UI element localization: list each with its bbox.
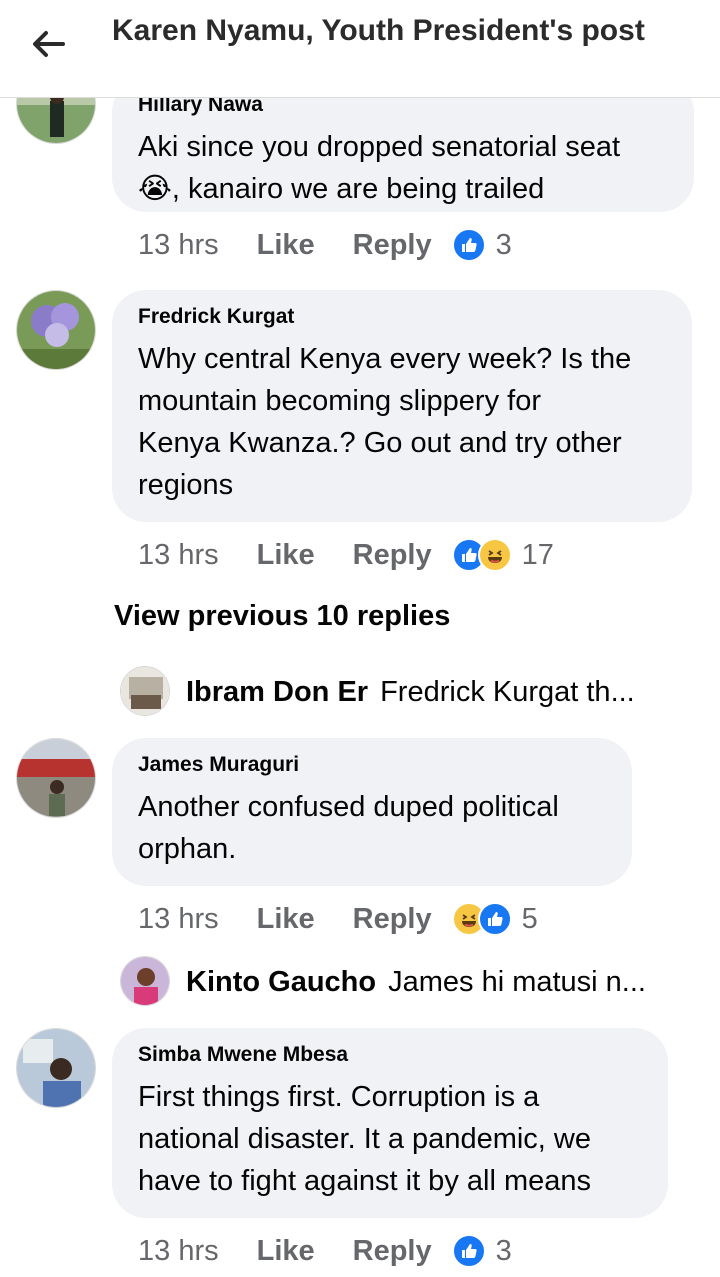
comment-line: Kenya Kwanza.? Go out and try other: [138, 427, 622, 459]
reply-snippet: James hi matusi n...: [388, 965, 646, 998]
comment-actions: 13 hrs Like Reply 3: [138, 225, 512, 265]
reply-author: Kinto Gaucho: [186, 965, 377, 998]
avatar: [120, 956, 170, 1006]
comment-text: Aki since you dropped senatorial seat 😭,…: [138, 126, 668, 210]
haha-reaction-icon: [477, 538, 512, 572]
reactions[interactable]: 17: [451, 538, 554, 572]
comment-bubble: Simba Mwene Mbesa First things first. Co…: [112, 1028, 668, 1218]
comment-line: , kanairo we are being trailed: [171, 173, 545, 205]
view-previous-replies-link[interactable]: View previous 10 replies: [114, 600, 450, 633]
avatar[interactable]: [16, 738, 96, 818]
like-reaction-icon: [477, 902, 512, 936]
reaction-count: 5: [521, 902, 538, 935]
reply-button[interactable]: Reply: [353, 1235, 432, 1268]
reaction-count: 3: [495, 228, 512, 261]
reply-button[interactable]: Reply: [353, 539, 432, 572]
reaction-count: 3: [495, 1234, 512, 1267]
back-button[interactable]: [26, 26, 70, 66]
timestamp: 13 hrs: [138, 902, 219, 935]
comment-text: Why central Kenya every week? Is the mou…: [138, 338, 666, 506]
reaction-count: 17: [521, 538, 554, 571]
timestamp: 13 hrs: [138, 228, 219, 261]
like-button[interactable]: Like: [257, 539, 315, 572]
comment-bubble: Fredrick Kurgat Why central Kenya every …: [112, 290, 692, 522]
like-reaction-icon: [451, 228, 486, 262]
comment-actions: 13 hrs Like Reply 3: [138, 1231, 512, 1271]
reactions[interactable]: 5: [451, 902, 538, 936]
commenter-name[interactable]: James Muraguri: [138, 752, 606, 778]
comment-line: Another confused duped political: [138, 791, 559, 823]
comment-line: mountain becoming slippery for: [138, 385, 541, 417]
comment-bubble: Hillary Nawa Aki since you dropped senat…: [112, 78, 694, 212]
timestamp: 13 hrs: [138, 538, 219, 571]
timestamp: 13 hrs: [138, 1234, 219, 1267]
reply-preview[interactable]: Ibram Don Er Fredrick Kurgat th...: [120, 666, 635, 718]
reply-author: Ibram Don Er: [186, 675, 369, 708]
comment-actions: 13 hrs Like Reply 17: [138, 535, 554, 575]
avatar: [120, 666, 170, 716]
reply-button[interactable]: Reply: [353, 903, 432, 936]
reactions[interactable]: 3: [451, 228, 512, 262]
commenter-name[interactable]: Fredrick Kurgat: [138, 304, 666, 330]
avatar[interactable]: [16, 290, 96, 370]
comment-line: Why central Kenya every week? Is the: [138, 343, 632, 375]
comment-text: Another confused duped political orphan.: [138, 786, 606, 870]
comment-bubble: James Muraguri Another confused duped po…: [112, 738, 632, 886]
comment-actions: 13 hrs Like Reply 5: [138, 899, 538, 939]
comment-line: orphan.: [138, 833, 237, 865]
like-button[interactable]: Like: [257, 903, 315, 936]
comment-line: regions: [138, 469, 234, 501]
comment-text: First things first. Corruption is a nati…: [138, 1076, 642, 1202]
comment-line: Aki since you dropped senatorial seat: [138, 131, 621, 163]
reply-snippet: Fredrick Kurgat th...: [380, 675, 635, 708]
crying-emoji: 😭: [138, 173, 172, 205]
comment-line: First things first. Corruption is a: [138, 1081, 540, 1113]
reactions[interactable]: 3: [451, 1234, 512, 1268]
reply-button[interactable]: Reply: [353, 229, 432, 262]
commenter-name[interactable]: Simba Mwene Mbesa: [138, 1042, 642, 1068]
comment-line: have to fight against it by all means: [138, 1165, 591, 1197]
like-button[interactable]: Like: [257, 1235, 315, 1268]
comments-feed: Hillary Nawa Aki since you dropped senat…: [0, 0, 720, 1277]
back-arrow-icon: [31, 30, 65, 63]
avatar[interactable]: [16, 1028, 96, 1108]
comment-line: national disaster. It a pandemic, we: [138, 1123, 591, 1155]
top-bar: Karen Nyamu, Youth President's post: [0, 0, 720, 98]
like-reaction-icon: [451, 1234, 486, 1268]
page-title: Karen Nyamu, Youth President's post: [112, 14, 645, 47]
like-button[interactable]: Like: [257, 229, 315, 262]
reply-preview[interactable]: Kinto Gaucho James hi matusi n...: [120, 956, 646, 1008]
